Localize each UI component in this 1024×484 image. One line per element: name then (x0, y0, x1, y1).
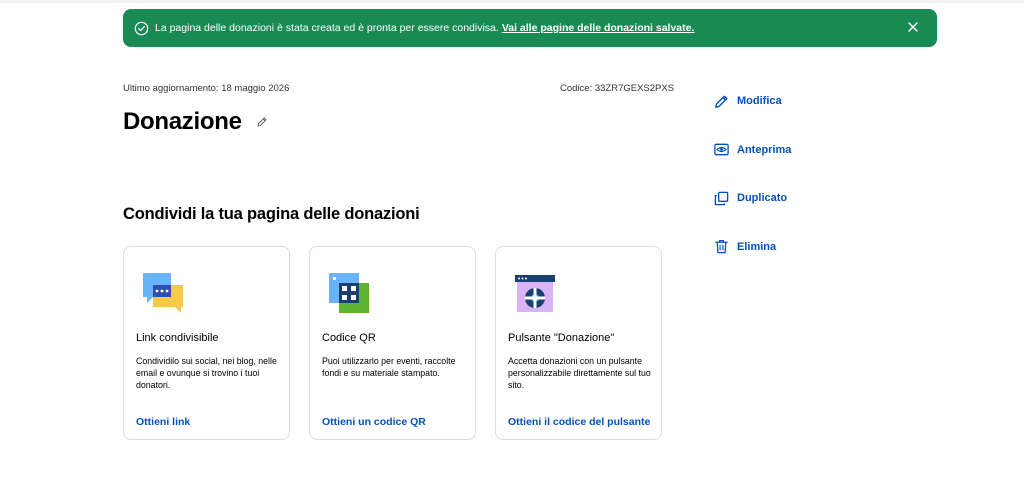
share-card-description: Puoi utilizzarlo per eventi, raccolte fo… (322, 356, 456, 379)
eye-icon (714, 143, 729, 156)
share-card-qr: Codice QR Puoi utilizzarlo per eventi, r… (309, 246, 476, 440)
share-card-description: Condividilo sui social, nei blog, nelle … (136, 356, 277, 391)
page-code: Codice: 33ZR7GEXS2PXS (560, 83, 675, 94)
delete-action-label: Elimina (737, 240, 777, 253)
banner-message: La pagina delle donazioni è stata creata… (155, 22, 499, 34)
edit-action[interactable]: Modifica (713, 92, 791, 110)
last-updated: Ultimo aggiornamento: 18 maggio 2026 (123, 83, 290, 94)
share-card-donate-button: Pulsante "Donazione" Accetta donazioni c… (495, 246, 662, 440)
delete-action[interactable]: Elimina (713, 238, 791, 256)
get-qr-code-button[interactable]: Ottieni un codice QR (322, 416, 426, 428)
preview-action-label: Anteprima (737, 143, 792, 156)
pencil-icon (715, 95, 728, 108)
edit-title-pencil-icon[interactable] (256, 116, 268, 128)
get-button-code-button[interactable]: Ottieni il codice del pulsante (508, 416, 650, 428)
duplicate-action-label: Duplicato (737, 192, 788, 204)
preview-action[interactable]: Anteprima (713, 141, 791, 159)
share-card-title: Pulsante "Donazione" (508, 332, 615, 344)
saved-pages-link[interactable]: Vai alle pagine delle donazioni salvate. (502, 22, 695, 34)
page-actions: Modifica Anteprima Duplicato Elimina (713, 92, 791, 286)
duplicate-action[interactable]: Duplicato (713, 189, 791, 207)
share-card-title: Codice QR (322, 332, 376, 344)
get-link-button[interactable]: Ottieni link (136, 416, 190, 428)
title-row: Donazione (123, 108, 268, 136)
qr-code-icon (329, 273, 369, 313)
share-card-description: Accetta donazioni con un pulsante person… (508, 356, 651, 391)
share-card-title: Link condivisibile (136, 332, 219, 344)
donate-button-icon (515, 275, 555, 312)
edit-action-label: Modifica (737, 95, 782, 107)
share-card-link: Link condivisibile Condividilo sui socia… (123, 246, 290, 440)
top-divider (0, 0, 1024, 3)
close-icon[interactable] (906, 20, 920, 34)
duplicate-icon (714, 191, 729, 205)
check-circle-icon (134, 21, 149, 35)
share-section-title: Condividi la tua pagina delle donazioni (123, 205, 420, 223)
success-banner: La pagina delle donazioni è stata creata… (123, 9, 937, 47)
chat-bubbles-icon (143, 273, 183, 313)
trash-icon (715, 240, 728, 254)
page-title: Donazione (123, 108, 242, 135)
